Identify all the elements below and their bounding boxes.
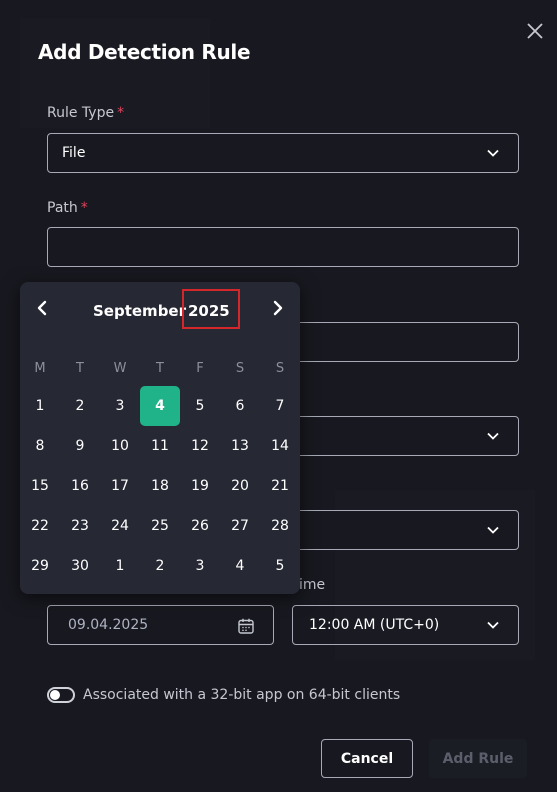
rule-type-label-text: Rule Type [47, 105, 115, 121]
path-label: Path * [47, 200, 88, 216]
calendar-month[interactable]: September [93, 302, 186, 320]
close-icon[interactable] [522, 18, 548, 44]
calendar-day[interactable]: 24 [100, 506, 140, 546]
rule-type-select[interactable]: File [47, 133, 519, 173]
calendar-day[interactable]: 1 [20, 386, 60, 426]
path-label-text: Path [47, 200, 78, 216]
rule-type-label: Rule Type * [47, 105, 124, 121]
calendar-day[interactable]: 27 [220, 506, 260, 546]
toggle-32bit-app[interactable] [47, 687, 75, 703]
calendar-day[interactable]: 7 [260, 386, 300, 426]
weekday-header: S [235, 361, 245, 376]
cancel-button[interactable]: Cancel [321, 739, 413, 778]
required-marker: * [117, 105, 125, 121]
calendar-day[interactable]: 18 [140, 466, 180, 506]
required-marker: * [80, 200, 88, 216]
chevron-left-icon[interactable] [34, 298, 50, 318]
calendar-day[interactable]: 10 [100, 426, 140, 466]
calendar-day[interactable]: 5 [260, 546, 300, 586]
calendar-day[interactable]: 25 [140, 506, 180, 546]
toggle-knob [50, 690, 60, 700]
calendar-day[interactable]: 30 [60, 546, 100, 586]
time-value: 12:00 AM (UTC+0) [309, 617, 440, 633]
calendar-day[interactable]: 8 [20, 426, 60, 466]
calendar-icon[interactable] [237, 617, 255, 635]
date-value: 09.04.2025 [68, 617, 149, 633]
calendar-day[interactable]: 5 [180, 386, 220, 426]
path-input[interactable] [47, 227, 519, 267]
calendar-day[interactable]: 1 [100, 546, 140, 586]
calendar-day[interactable]: 3 [100, 386, 140, 426]
calendar-day[interactable]: 26 [180, 506, 220, 546]
calendar-day[interactable]: 28 [260, 506, 300, 546]
calendar-day-selected[interactable]: 4 [140, 386, 180, 426]
rule-type-value: File [62, 145, 86, 161]
calendar-day[interactable]: 14 [260, 426, 300, 466]
chevron-down-icon [487, 621, 499, 629]
date-input[interactable]: 09.04.2025 [47, 605, 274, 645]
calendar-day[interactable]: 21 [260, 466, 300, 506]
calendar-day[interactable]: 15 [20, 466, 60, 506]
weekday-header: S [275, 361, 285, 376]
chevron-right-icon[interactable] [270, 298, 286, 318]
close-button[interactable] [522, 18, 548, 44]
weekday-header: F [196, 361, 204, 376]
calendar-day[interactable]: 17 [100, 466, 140, 506]
calendar-day[interactable]: 19 [180, 466, 220, 506]
chevron-down-icon [487, 526, 499, 534]
weekday-header: T [156, 361, 164, 376]
date-picker-popup: September 2025 MTWTFSS 1 2 3 4 5 6 7 8 9 10 11 12 13… [20, 282, 300, 594]
chevron-down-icon [487, 149, 499, 157]
calendar-day[interactable]: 23 [60, 506, 100, 546]
chevron-down-icon [487, 432, 499, 440]
calendar-day[interactable]: 3 [180, 546, 220, 586]
calendar-day[interactable]: 9 [60, 426, 100, 466]
calendar-day[interactable]: 16 [60, 466, 100, 506]
calendar-day[interactable]: 22 [20, 506, 60, 546]
calendar-day[interactable]: 2 [60, 386, 100, 426]
time-label: ime [299, 577, 326, 593]
calendar-day[interactable]: 2 [140, 546, 180, 586]
add-detection-rule-modal: Add Detection Rule Rule Type * File Path *… [0, 0, 557, 792]
calendar-day[interactable]: 11 [140, 426, 180, 466]
weekday-header: M [34, 361, 46, 376]
weekday-header: T [76, 361, 84, 376]
calendar-day[interactable]: 13 [220, 426, 260, 466]
toggle-32bit-app-label: Associated with a 32-bit app on 64-bit c… [83, 687, 401, 703]
calendar-year[interactable]: 2025 [182, 289, 240, 329]
modal-title: Add Detection Rule [38, 40, 251, 64]
calendar-day[interactable]: 4 [220, 546, 260, 586]
add-rule-button[interactable]: Add Rule [429, 739, 527, 778]
weekday-header: W [113, 361, 127, 376]
time-select[interactable]: 12:00 AM (UTC+0) [292, 605, 519, 645]
calendar-day[interactable]: 29 [20, 546, 60, 586]
calendar-day[interactable]: 6 [220, 386, 260, 426]
calendar-day[interactable]: 20 [220, 466, 260, 506]
calendar-day[interactable]: 12 [180, 426, 220, 466]
